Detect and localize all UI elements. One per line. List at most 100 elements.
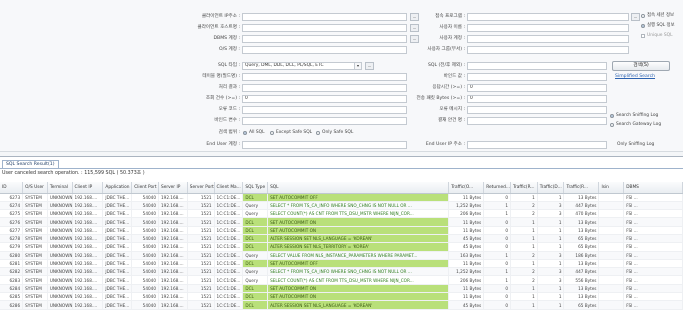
table-cell: UNKNOWN bbox=[47, 193, 73, 202]
tab-sql-search-result[interactable]: SQL Search Result(1) bbox=[2, 160, 59, 168]
table-cell: JDBC THE... bbox=[102, 259, 133, 269]
access-program-picker-button[interactable]: ... bbox=[631, 13, 640, 21]
table-row[interactable]: 6276 SYSTEM UNKNOWN 192.168.... JDBC THE... 5… bbox=[0, 217, 683, 227]
elapsed-input[interactable]: 0 bbox=[467, 84, 607, 92]
client-ip-input[interactable] bbox=[242, 13, 407, 21]
end-user-ip-input[interactable] bbox=[467, 141, 607, 149]
column-header[interactable]: SQL bbox=[267, 182, 450, 194]
only-sniffing-log-option[interactable]: Only Sniffing Log bbox=[617, 141, 654, 149]
sql-type-select[interactable]: Query, DML, DDL, DCL, PL/SQL, ETC ▾ bbox=[242, 62, 362, 70]
column-header[interactable]: Server Port bbox=[187, 182, 215, 194]
table-cell: 54040 bbox=[131, 193, 159, 202]
sql-contains-input[interactable] bbox=[467, 62, 607, 70]
table-cell: 1C:C1:DE... bbox=[214, 234, 244, 244]
user-name-input[interactable] bbox=[467, 24, 629, 32]
table-row[interactable]: 6278 SYSTEM UNKNOWN 192.168.... JDBC THE... 5… bbox=[0, 234, 683, 244]
scope-only-safe-option[interactable]: Only Safe SQL bbox=[316, 129, 353, 137]
table-cell: 13 Bytes bbox=[563, 193, 600, 202]
table-row[interactable]: 6284 SYSTEM UNKNOWN 192.168.... JDBC THE... 5… bbox=[0, 284, 683, 294]
elapsed-label: 응답시간 (>=) : bbox=[432, 85, 465, 90]
column-header[interactable]: Client Port bbox=[131, 182, 159, 194]
scope-all-sql-option[interactable]: All SQL bbox=[243, 129, 265, 137]
table-cell: 13 Bytes bbox=[563, 217, 600, 227]
user-account-input[interactable] bbox=[467, 35, 629, 43]
table-cell: 0 bbox=[483, 292, 511, 302]
client-host-input[interactable] bbox=[242, 24, 407, 32]
column-header[interactable]: SQL Type bbox=[242, 182, 269, 194]
table-row[interactable]: 6285 SYSTEM UNKNOWN 192.168.... JDBC THE... 5… bbox=[0, 292, 683, 302]
sql-type-picker-button[interactable]: ... bbox=[365, 62, 374, 70]
column-header[interactable]: DBMS bbox=[623, 182, 683, 194]
table-cell: SYSTEM bbox=[22, 209, 48, 219]
table-row[interactable]: 6286 SYSTEM UNKNOWN 192.168.... JDBC THE... 5… bbox=[0, 300, 683, 310]
fetch-bytes-label: 전송 패킷 Bytes (>=) : bbox=[416, 96, 465, 101]
table-header-row: ID O/S User Terminal Client IP Application Cl… bbox=[0, 182, 683, 194]
column-header[interactable]: Application bbox=[102, 182, 133, 194]
search-gateway-log-option[interactable]: Search Gateway Log bbox=[610, 121, 661, 129]
column-header[interactable]: Terminal bbox=[47, 182, 73, 194]
column-header[interactable]: ID bbox=[0, 182, 24, 194]
chevron-down-icon: ▾ bbox=[354, 63, 361, 69]
table-cell: 206 Bytes bbox=[448, 275, 485, 285]
query-count-label: 조회 건수 (>=) : bbox=[205, 96, 240, 101]
table-row[interactable]: 6274 SYSTEM UNKNOWN 192.168.... JDBC THE... 5… bbox=[0, 201, 683, 211]
sql-contains-label: SQL (전/후 제외) : bbox=[427, 63, 465, 68]
audit-type-label: 결재 안건 명 : bbox=[437, 118, 465, 123]
error-msg-input[interactable] bbox=[467, 106, 607, 114]
table-name-input[interactable] bbox=[242, 73, 407, 81]
search-sniffing-log-option[interactable]: Search Sniffing Log bbox=[610, 112, 658, 120]
unique-sql-option[interactable]: Unique SQL bbox=[641, 32, 673, 40]
table-cell: 6281 bbox=[0, 259, 24, 269]
table-row[interactable]: 6280 SYSTEM UNKNOWN 192.168.... JDBC THE... 5… bbox=[0, 251, 683, 260]
table-cell: JDBC THE... bbox=[102, 242, 133, 252]
table-cell: 65 Bytes bbox=[563, 300, 600, 310]
os-account-input[interactable] bbox=[242, 46, 407, 54]
table-cell: 6280 bbox=[0, 251, 24, 260]
table-row[interactable]: 6277 SYSTEM UNKNOWN 192.168.... JDBC THE... 5… bbox=[0, 226, 683, 236]
fetch-bytes-input[interactable]: 0 bbox=[467, 95, 607, 103]
table-cell: SET AUTOCOMMIT ON bbox=[267, 292, 450, 302]
query-count-input[interactable]: 0 bbox=[242, 95, 407, 103]
table-cell bbox=[598, 201, 625, 211]
table-cell: 206 Bytes bbox=[448, 209, 485, 219]
table-cell: 447 Bytes bbox=[563, 201, 600, 211]
column-header[interactable]: Traffic(R... bbox=[563, 182, 600, 194]
simplified-search-link[interactable]: Simplified Search bbox=[615, 74, 655, 79]
end-user-account-input[interactable] bbox=[242, 141, 407, 149]
session-info-option[interactable]: 접속 세션 정보 bbox=[641, 12, 674, 20]
result-input[interactable] bbox=[242, 84, 407, 92]
table-row[interactable]: 6281 SYSTEM UNKNOWN 192.168.... JDBC THE... 5… bbox=[0, 259, 683, 269]
table-row[interactable]: 6279 SYSTEM UNKNOWN 192.168.... JDBC THE... 5… bbox=[0, 242, 683, 252]
column-header[interactable]: Traffic(R... bbox=[510, 182, 538, 194]
column-header[interactable]: Traffic(D... bbox=[537, 182, 565, 194]
table-cell: 1 bbox=[537, 193, 565, 202]
column-header[interactable]: Traffic(O... bbox=[448, 182, 485, 194]
user-group-input[interactable] bbox=[467, 46, 629, 54]
table-row[interactable]: 6283 SYSTEM UNKNOWN 192.168.... JDBC THE... 5… bbox=[0, 275, 683, 285]
column-header[interactable]: Client IP bbox=[72, 182, 104, 194]
column-header[interactable]: Server IP bbox=[158, 182, 188, 194]
bind-value-input[interactable] bbox=[467, 73, 607, 81]
column-header[interactable]: Client Ma... bbox=[214, 182, 244, 194]
access-program-input[interactable] bbox=[467, 13, 629, 21]
dbms-account-input[interactable] bbox=[242, 35, 407, 43]
sql-info-option[interactable]: 실행 SQL 정보 bbox=[641, 22, 675, 30]
column-header[interactable]: Isin bbox=[598, 182, 625, 194]
audit-type-input[interactable] bbox=[467, 117, 607, 125]
table-cell: 1 bbox=[483, 267, 511, 277]
table-cell: SYSTEM bbox=[22, 234, 48, 244]
bind-var-input[interactable] bbox=[242, 117, 407, 125]
error-code-input[interactable] bbox=[242, 106, 407, 114]
table-row[interactable]: 6282 SYSTEM UNKNOWN 192.168.... JDBC THE... 5… bbox=[0, 267, 683, 277]
table-row[interactable]: 6275 SYSTEM UNKNOWN 192.168.... JDBC THE... 5… bbox=[0, 209, 683, 219]
table-cell: UNKNOWN bbox=[47, 217, 73, 227]
table-cell: FSI ... bbox=[623, 251, 683, 260]
search-button[interactable]: 검색(S) bbox=[612, 61, 670, 71]
table-cell: 1521 bbox=[187, 217, 215, 227]
table-row[interactable]: 6273 SYSTEM UNKNOWN 192.168.... JDBC THE... 5… bbox=[0, 193, 683, 202]
scope-except-safe-option[interactable]: Except Safe SQL bbox=[270, 129, 312, 137]
table-cell: 65 Bytes bbox=[563, 234, 600, 244]
column-header[interactable]: O/S User bbox=[22, 182, 48, 194]
table-cell: SYSTEM bbox=[22, 275, 48, 285]
column-header[interactable]: Returned... bbox=[483, 182, 511, 194]
